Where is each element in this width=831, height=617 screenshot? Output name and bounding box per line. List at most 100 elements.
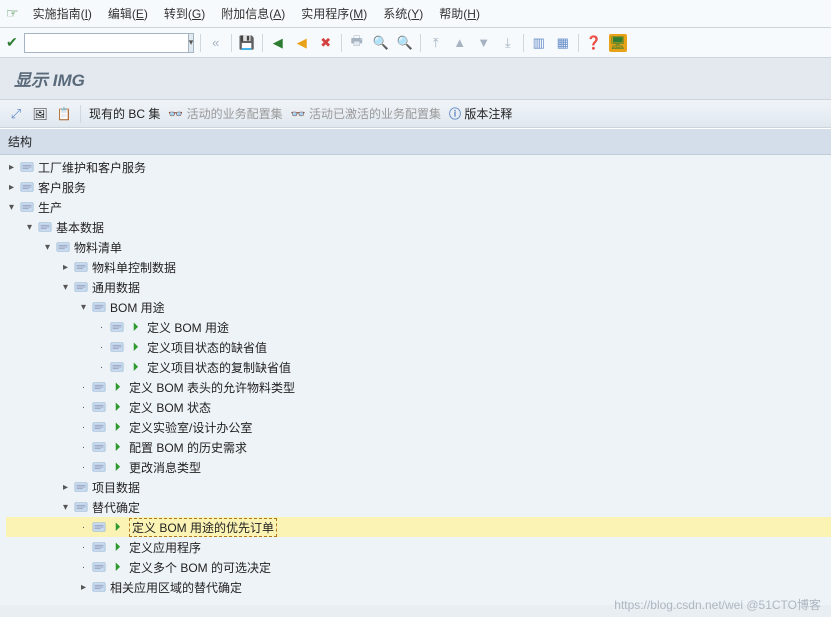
tree-row[interactable]: ·⏵配置 BOM 的历史需求	[6, 437, 831, 457]
tree-row[interactable]: ▾生产	[6, 197, 831, 217]
tree-row[interactable]: ▸客户服务	[6, 177, 831, 197]
command-field[interactable]: ▾	[24, 33, 194, 53]
tree-row[interactable]: ·⏵定义项目状态的缺省值	[6, 337, 831, 357]
print-icon[interactable]: 🖶	[348, 34, 366, 52]
tree-row[interactable]: ▸ 相关应用区域的替代确定	[6, 577, 831, 597]
doc-icon	[91, 300, 107, 315]
toggle-icon[interactable]: ·	[78, 382, 89, 393]
menu-m[interactable]: 实用程序(M)	[301, 7, 367, 21]
tree-row[interactable]: ·⏵定义 BOM 用途的优先订单	[6, 517, 831, 537]
execute-icon[interactable]: ⏵	[128, 360, 143, 375]
tree-label: 定义 BOM 状态	[129, 399, 211, 416]
tree-row[interactable]: ▸ 物料单控制数据	[6, 257, 831, 277]
execute-icon[interactable]: ⏵	[110, 540, 125, 555]
menu-e[interactable]: 编辑(E)	[108, 7, 148, 21]
tree-label: 物料单控制数据	[92, 259, 176, 276]
tree-row[interactable]: · ⏵ 定义实验室/设计办公室	[6, 417, 831, 437]
toggle-icon[interactable]: ·	[78, 462, 89, 473]
separator	[80, 105, 81, 123]
toggle-icon[interactable]: ▾	[42, 242, 53, 253]
collapse-icon[interactable]: «	[207, 34, 225, 52]
tree-label: 相关应用区域的替代确定	[110, 579, 242, 596]
toggle-icon[interactable]: ▾	[24, 222, 35, 233]
tree-row[interactable]: ▾通用数据	[6, 277, 831, 297]
toggle-icon[interactable]: ▾	[60, 502, 71, 513]
tree-row[interactable]: ·⏵定义 BOM 用途	[6, 317, 831, 337]
bcset-button[interactable]: 现有的 BC 集	[89, 105, 160, 122]
toggle-icon[interactable]: ·	[96, 342, 107, 353]
toggle-icon[interactable]: ▾	[78, 302, 89, 313]
tree-row[interactable]: ▾物料清单	[6, 237, 831, 257]
last-page-icon[interactable]: ⤓	[499, 34, 517, 52]
tree-row[interactable]: ▾基本数据	[6, 217, 831, 237]
find-icon[interactable]: 🔍	[372, 34, 390, 52]
execute-icon[interactable]: ⏵	[110, 520, 125, 535]
execute-icon[interactable]: ⏵	[110, 560, 125, 575]
prev-page-icon[interactable]: ▲	[451, 34, 469, 52]
separator	[262, 34, 263, 52]
cancel-icon[interactable]: ✖	[317, 34, 335, 52]
toggle-icon[interactable]: ·	[78, 402, 89, 413]
local-layout-icon[interactable]: 🖥	[609, 34, 627, 52]
exit-icon[interactable]: ◀	[293, 34, 311, 52]
toggle-icon[interactable]: ·	[78, 442, 89, 453]
menu-a[interactable]: 附加信息(A)	[221, 7, 285, 21]
toggle-icon[interactable]: ▸	[60, 262, 71, 273]
save-icon[interactable]: 💾	[238, 34, 256, 52]
toggle-icon[interactable]: ▸	[60, 482, 71, 493]
chevron-down-icon[interactable]: ▾	[188, 34, 194, 52]
toggle-icon[interactable]: ·	[96, 362, 107, 373]
tree-row[interactable]: ·⏵定义多个 BOM 的可选决定	[6, 557, 831, 577]
tree-row[interactable]: ▾替代确定	[6, 497, 831, 517]
toggle-icon[interactable]: ▸	[78, 582, 89, 593]
activated-config-set[interactable]: 👓 活动已激活的业务配置集	[291, 105, 441, 122]
execute-icon[interactable]: ⏵	[110, 380, 125, 395]
toggle-icon[interactable]: ·	[78, 542, 89, 553]
doc-icon	[109, 320, 125, 335]
find-next-icon[interactable]: 🔍	[396, 34, 414, 52]
img-icon[interactable]: 🖼	[32, 106, 48, 122]
toggle-icon[interactable]: ·	[96, 322, 107, 333]
tree-row[interactable]: · ⏵ 定义 BOM 表头的允许物料类型	[6, 377, 831, 397]
tree-row[interactable]: · ⏵ 定义 BOM 状态	[6, 397, 831, 417]
tree-label: 定义实验室/设计办公室	[129, 419, 252, 436]
toggle-icon[interactable]: ▸	[6, 182, 17, 193]
tree-row[interactable]: ·⏵定义应用程序	[6, 537, 831, 557]
execute-icon[interactable]: ⏵	[110, 420, 125, 435]
first-page-icon[interactable]: ⤒	[427, 34, 445, 52]
layout1-icon[interactable]: ▥	[530, 34, 548, 52]
clipboard-icon[interactable]: 📋	[56, 106, 72, 122]
active-config-set[interactable]: 👓 活动的业务配置集	[168, 105, 282, 122]
toggle-icon[interactable]: ▸	[6, 162, 17, 173]
execute-icon[interactable]: ⏵	[128, 320, 143, 335]
tree-row[interactable]: ▸工厂维护和客户服务	[6, 157, 831, 177]
toggle-icon[interactable]: ·	[78, 422, 89, 433]
toggle-icon[interactable]: ·	[78, 562, 89, 573]
execute-icon[interactable]: ⏵	[110, 440, 125, 455]
menu-y[interactable]: 系统(Y)	[383, 7, 423, 21]
menu-h[interactable]: 帮助(H)	[439, 7, 480, 21]
watermark: https://blog.csdn.net/wei @51CTO博客	[614, 596, 821, 613]
execute-icon[interactable]: ⏵	[128, 340, 143, 355]
layout2-icon[interactable]: ▦	[554, 34, 572, 52]
tree-row[interactable]: ▾BOM 用途	[6, 297, 831, 317]
ok-icon[interactable]: ✔	[6, 34, 18, 51]
version-notes[interactable]: ⓘ 版本注释	[449, 105, 512, 122]
menu-g[interactable]: 转到(G)	[164, 7, 205, 21]
tree-label: 定义 BOM 表头的允许物料类型	[129, 379, 295, 396]
help-icon[interactable]: ❓	[585, 34, 603, 52]
back-icon[interactable]: ◀	[269, 34, 287, 52]
toggle-icon[interactable]: ▾	[6, 202, 17, 213]
menu-i[interactable]: 实施指南(I)	[33, 7, 92, 21]
toggle-icon[interactable]: ▾	[60, 282, 71, 293]
execute-icon[interactable]: ⏵	[110, 400, 125, 415]
command-input[interactable]	[25, 34, 188, 52]
doc-icon	[91, 580, 107, 595]
expand-all-icon[interactable]: ⤢	[8, 106, 24, 122]
next-page-icon[interactable]: ▼	[475, 34, 493, 52]
tree-row[interactable]: ·⏵更改消息类型	[6, 457, 831, 477]
tree-row[interactable]: ·⏵定义项目状态的复制缺省值	[6, 357, 831, 377]
execute-icon[interactable]: ⏵	[110, 460, 125, 475]
tree-row[interactable]: ▸项目数据	[6, 477, 831, 497]
toggle-icon[interactable]: ·	[78, 522, 89, 533]
